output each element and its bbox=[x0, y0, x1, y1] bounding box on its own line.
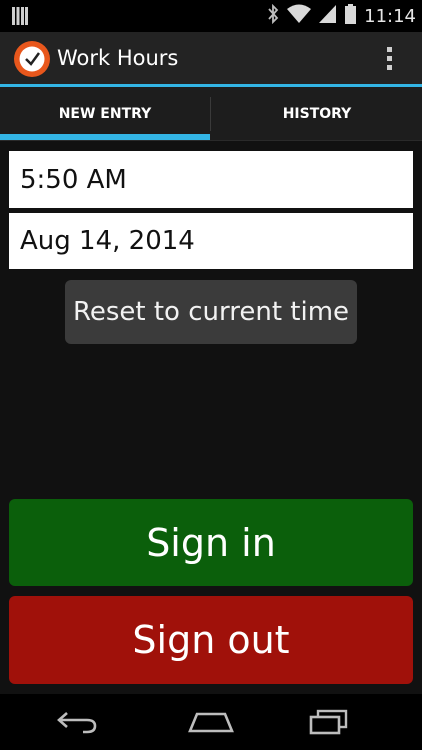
status-time: 11:14 bbox=[364, 5, 416, 27]
back-icon[interactable] bbox=[48, 702, 108, 742]
overflow-menu-icon[interactable] bbox=[378, 44, 400, 72]
clock-icon[interactable] bbox=[13, 40, 51, 78]
tab-bar: NEW ENTRY HISTORY bbox=[0, 87, 422, 141]
date-field[interactable]: Aug 14, 2014 bbox=[9, 213, 413, 269]
notification-bars-icon bbox=[12, 7, 28, 29]
sign-out-button[interactable]: Sign out bbox=[9, 596, 413, 684]
wifi-icon bbox=[287, 4, 312, 28]
bluetooth-icon bbox=[267, 3, 279, 28]
battery-icon bbox=[345, 4, 357, 28]
reset-time-button[interactable]: Reset to current time bbox=[65, 280, 357, 344]
tab-divider bbox=[210, 97, 211, 131]
tab-bar-bottom-line bbox=[0, 140, 422, 141]
app-title: Work Hours bbox=[57, 46, 179, 70]
tab-new-entry[interactable]: NEW ENTRY bbox=[0, 87, 210, 141]
status-bar: 11:14 bbox=[0, 0, 422, 32]
signal-icon bbox=[319, 4, 337, 28]
home-icon[interactable] bbox=[181, 702, 241, 742]
sign-in-button[interactable]: Sign in bbox=[9, 499, 413, 586]
tab-history[interactable]: HISTORY bbox=[212, 87, 422, 141]
time-field[interactable]: 5:50 AM bbox=[9, 151, 413, 208]
navigation-bar bbox=[0, 694, 422, 750]
recents-icon[interactable] bbox=[299, 702, 359, 742]
